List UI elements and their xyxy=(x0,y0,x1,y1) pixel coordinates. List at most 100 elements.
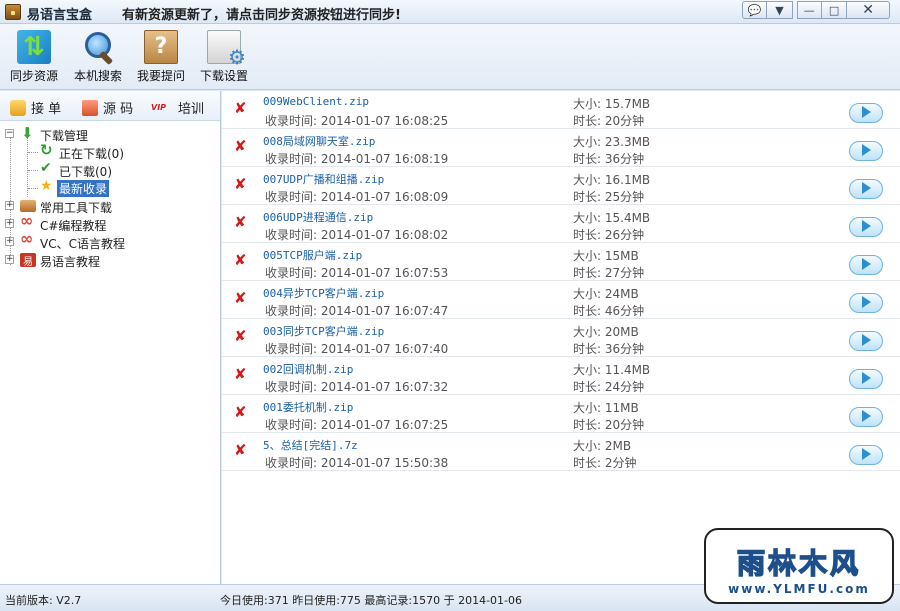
added-time: 收录时间: 2014-01-07 16:08:19 xyxy=(265,152,449,166)
category-tree: − 下载管理 正在下载(0) 已下载(0) 最新收录 + 常用工具下载 + C#… xyxy=(0,121,221,584)
duration: 时长: 25分钟 xyxy=(573,190,645,204)
maximize-icon[interactable]: □ xyxy=(821,1,848,19)
file-size: 大小: 15.4MB xyxy=(573,211,651,225)
window-controls: 💬 ▼ — □ ✕ xyxy=(742,1,890,19)
download-settings-button[interactable]: 下载设置 xyxy=(197,30,251,88)
tab-connect[interactable]: 接 单 xyxy=(10,98,61,117)
file-name-link[interactable]: 008局域网聊天室.zip xyxy=(263,133,375,149)
tab-training[interactable]: VIP 培训 xyxy=(151,98,204,117)
file-name-link[interactable]: 003同步TCP客户端.zip xyxy=(263,323,384,339)
list-item[interactable]: ✘ 007UDP广播和组播.zip 收录时间: 2014-01-07 16:08:0… xyxy=(222,167,900,205)
file-name-link[interactable]: 004异步TCP客户端.zip xyxy=(263,285,384,301)
delete-icon[interactable]: ✘ xyxy=(234,177,247,192)
tab-source[interactable]: 源 码 xyxy=(82,98,133,117)
tree-item-vc[interactable]: + VC、C语言教程 xyxy=(0,229,220,251)
delete-icon[interactable]: ✘ xyxy=(234,291,247,306)
file-name-link[interactable]: 007UDP广播和组播.zip xyxy=(263,171,384,187)
duration: 时长: 24分钟 xyxy=(573,380,645,394)
question-icon xyxy=(144,30,178,64)
expand-toggle[interactable]: + xyxy=(5,237,14,246)
tree-label: VC、C语言教程 xyxy=(40,237,125,251)
local-search-button[interactable]: 本机搜索 xyxy=(71,30,125,88)
list-item[interactable]: ✘ 005TCP服户端.zip 收录时间: 2014-01-07 16:07:53 大… xyxy=(222,243,900,281)
sync-button[interactable]: 同步资源 xyxy=(8,30,60,88)
file-name-link[interactable]: 002回调机制.zip xyxy=(263,361,353,377)
expand-toggle[interactable]: + xyxy=(5,219,14,228)
expand-toggle[interactable]: + xyxy=(5,255,14,264)
file-size: 大小: 11MB xyxy=(573,401,639,415)
play-cloud-icon[interactable] xyxy=(849,173,883,199)
delete-icon[interactable]: ✘ xyxy=(234,405,247,420)
file-size: 大小: 16.1MB xyxy=(573,173,651,187)
duration: 时长: 2分钟 xyxy=(573,456,637,470)
version-text: 当前版本: V2.7 xyxy=(5,594,82,607)
play-cloud-icon[interactable] xyxy=(849,211,883,237)
delete-icon[interactable]: ✘ xyxy=(234,101,247,116)
tree-item-download-mgmt[interactable]: − 下载管理 xyxy=(0,124,220,143)
delete-icon[interactable]: ✘ xyxy=(234,367,247,382)
tree-item-downloaded[interactable]: 已下载(0) xyxy=(0,160,220,179)
list-item[interactable]: ✘ 008局域网聊天室.zip 收录时间: 2014-01-07 16:08:19 大… xyxy=(222,129,900,167)
collapse-toggle[interactable]: − xyxy=(5,129,14,138)
watermark-logo: 雨林木风 www.YLMFU.com xyxy=(704,528,894,604)
close-icon[interactable]: ✕ xyxy=(847,1,890,19)
file-name-link[interactable]: 005TCP服户端.zip xyxy=(263,247,362,263)
play-cloud-icon[interactable] xyxy=(849,325,883,351)
file-size: 大小: 15MB xyxy=(573,249,639,263)
play-cloud-icon[interactable] xyxy=(849,97,883,123)
menu-arrow-icon[interactable]: ▼ xyxy=(767,1,793,19)
tree-connector xyxy=(28,152,38,153)
list-item[interactable]: ✘ 006UDP进程通信.zip 收录时间: 2014-01-07 16:08:02… xyxy=(222,205,900,243)
play-cloud-icon[interactable] xyxy=(849,439,883,465)
delete-icon[interactable]: ✘ xyxy=(234,329,247,344)
added-time: 收录时间: 2014-01-07 16:08:02 xyxy=(265,228,449,242)
play-cloud-icon[interactable] xyxy=(849,249,883,275)
title-bar: 易语言宝盒 有新资源更新了，请点击同步资源按钮进行同步! 💬 ▼ — □ ✕ xyxy=(0,0,900,24)
play-cloud-icon[interactable] xyxy=(849,363,883,389)
watermark-text: 雨林木风 xyxy=(736,546,861,581)
handshake-icon xyxy=(10,99,26,116)
tree-connector xyxy=(28,170,38,171)
chat-icon[interactable]: 💬 xyxy=(742,1,768,19)
delete-icon[interactable]: ✘ xyxy=(234,139,247,154)
file-size: 大小: 15.7MB xyxy=(573,97,651,111)
file-name-link[interactable]: 009WebClient.zip xyxy=(263,95,369,108)
tab-training-label: 培训 xyxy=(178,102,205,117)
tree-item-newest[interactable]: 最新收录 xyxy=(0,178,220,197)
file-name-link[interactable]: 001委托机制.zip xyxy=(263,399,353,415)
list-item[interactable]: ✘ 5、总结[完结].7z 收录时间: 2014-01-07 15:50:38 大小:… xyxy=(222,433,900,471)
list-item[interactable]: ✘ 009WebClient.zip 收录时间: 2014-01-07 16:08:… xyxy=(222,91,900,129)
play-cloud-icon[interactable] xyxy=(849,287,883,313)
file-size: 大小: 23.3MB xyxy=(573,135,651,149)
file-size: 大小: 11.4MB xyxy=(573,363,651,377)
list-item[interactable]: ✘ 003同步TCP客户端.zip 收录时间: 2014-01-07 16:07:4… xyxy=(222,319,900,357)
play-cloud-icon[interactable] xyxy=(849,401,883,427)
file-name-link[interactable]: 006UDP进程通信.zip xyxy=(263,209,373,225)
eyuyan-logo-icon xyxy=(20,253,36,268)
duration: 时长: 20分钟 xyxy=(573,114,645,128)
added-time: 收录时间: 2014-01-07 16:07:32 xyxy=(265,380,449,394)
list-item[interactable]: ✘ 004异步TCP客户端.zip 收录时间: 2014-01-07 16:07:4… xyxy=(222,281,900,319)
list-item[interactable]: ✘ 001委托机制.zip 收录时间: 2014-01-07 16:07:25 大小:… xyxy=(222,395,900,433)
vip-icon: VIP xyxy=(151,102,167,112)
tree-item-eyuyan[interactable]: + 易语言教程 xyxy=(0,251,220,269)
delete-icon[interactable]: ✘ xyxy=(234,253,247,268)
refresh-icon xyxy=(39,141,55,159)
expand-toggle[interactable]: + xyxy=(5,201,14,210)
play-cloud-icon[interactable] xyxy=(849,135,883,161)
file-name-link[interactable]: 5、总结[完结].7z xyxy=(263,437,358,453)
duration: 时长: 36分钟 xyxy=(573,152,645,166)
ask-question-label: 我要提问 xyxy=(136,69,185,83)
added-time: 收录时间: 2014-01-07 16:07:53 xyxy=(265,266,449,280)
list-item[interactable]: ✘ 002回调机制.zip 收录时间: 2014-01-07 16:07:32 大小:… xyxy=(222,357,900,395)
delete-icon[interactable]: ✘ xyxy=(234,215,247,230)
delete-icon[interactable]: ✘ xyxy=(234,443,247,458)
star-icon xyxy=(39,178,55,195)
file-size: 大小: 2MB xyxy=(573,439,632,453)
magnifier-icon xyxy=(81,30,115,64)
tab-source-label: 源 码 xyxy=(103,102,134,117)
minimize-icon[interactable]: — xyxy=(796,1,822,19)
ask-question-button[interactable]: 我要提问 xyxy=(134,30,188,88)
added-time: 收录时间: 2014-01-07 16:07:47 xyxy=(265,304,449,318)
tree-item-downloading[interactable]: 正在下载(0) xyxy=(0,141,220,161)
